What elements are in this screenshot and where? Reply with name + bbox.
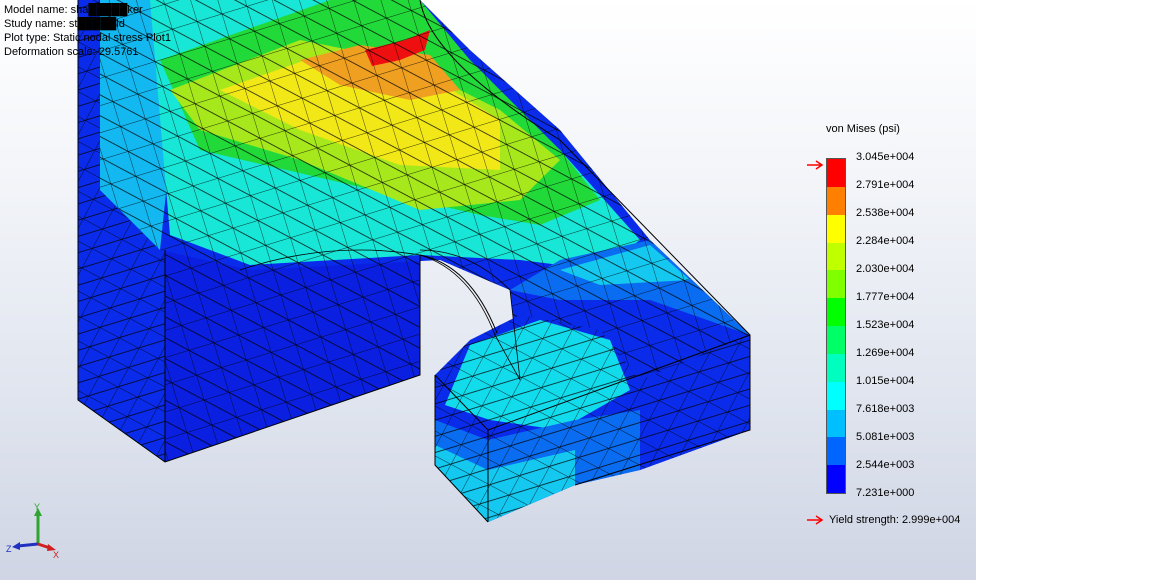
legend-tick-label: 1.015e+004	[856, 375, 915, 387]
yield-strength-label: Yield strength: 2.999e+004	[829, 514, 961, 526]
z-axis-label: Z	[6, 544, 12, 554]
legend-band	[827, 381, 845, 410]
x-axis-label: X	[53, 550, 59, 560]
legend-band	[827, 353, 845, 383]
model-name-line: Model namesha█████ker	[4, 4, 143, 16]
legend-color-bar	[826, 158, 846, 494]
legend-tick-label: 1.269e+004	[856, 347, 915, 359]
legend-band	[827, 298, 845, 327]
legend-tick-label: 2.538e+004	[856, 207, 915, 219]
yield-marker-arrow-icon	[807, 160, 824, 170]
legend-band	[827, 437, 845, 466]
study-name-line: Study namest█████ld	[4, 18, 125, 30]
y-axis-label: Y	[34, 502, 40, 512]
axis-triad[interactable]: Y Z X	[6, 500, 66, 564]
legend-tick-label: 7.231e+000	[856, 487, 915, 499]
legend-tick-label: 7.618e+003	[856, 403, 915, 415]
legend-band	[827, 242, 845, 271]
legend-band	[827, 186, 845, 216]
graphics-viewport[interactable]: Model namesha█████ker Study namest█████l…	[0, 0, 976, 580]
legend-band	[827, 214, 845, 243]
legend-tick-label: 1.777e+004	[856, 291, 915, 303]
legend-tick-label: 2.544e+003	[856, 459, 915, 471]
legend-band	[827, 159, 845, 188]
z-axis-arrow-icon	[12, 542, 39, 550]
legend-tick-label: 1.523e+004	[856, 319, 915, 331]
legend-tick-label: 2.284e+004	[856, 235, 915, 247]
legend-band	[827, 409, 845, 438]
yield-strength-row: Yield strength: 2.999e+004	[807, 514, 960, 526]
deformation-scale-line: Deformation scale29.5761	[4, 46, 139, 58]
plot-type-line: Plot typeStatic nodal stress Plot1	[4, 32, 171, 44]
legend-title: von Mises (psi)	[826, 123, 900, 135]
legend-tick-label: 5.081e+003	[856, 431, 915, 443]
legend-tick-label: 2.791e+004	[856, 179, 915, 191]
y-axis-arrow-icon	[34, 508, 42, 544]
legend-tick-label: 2.030e+004	[856, 263, 915, 275]
legend-band	[827, 326, 845, 355]
legend-tick-label: 3.045e+004	[856, 151, 915, 163]
yield-arrow-icon	[807, 515, 824, 525]
legend-band	[827, 465, 845, 494]
legend-band	[827, 270, 845, 299]
